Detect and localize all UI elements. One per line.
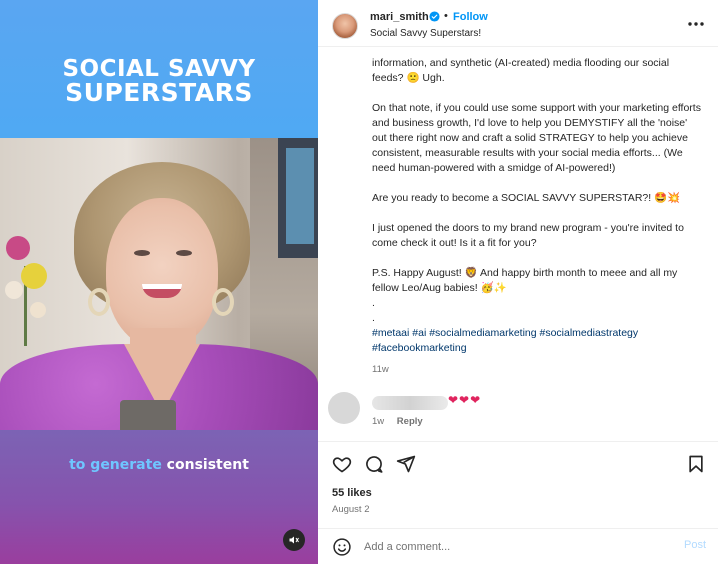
comment-input[interactable] [364,538,664,556]
hashtag-line[interactable]: #metaai #ai #socialmediamarketing #socia… [372,326,702,341]
avatar[interactable] [332,13,358,39]
caption-paragraph: On that note, if you could use some supp… [372,102,701,174]
hashtags: #metaai #ai #socialmediamarketing #socia… [372,326,702,356]
post-date[interactable]: August 2 [332,504,370,515]
reply-button[interactable]: Reply [397,416,423,427]
video-frame [0,138,318,430]
share-icon[interactable] [396,454,416,474]
media-caption-rest: consistent [161,457,249,473]
media-caption: to generate consistent [0,457,318,473]
commenter-avatar[interactable] [328,392,360,424]
post-media[interactable]: SOCIAL SAVVY SUPERSTARS to generate cons… [0,0,318,564]
caption-dot: . [372,312,375,324]
caption-timestamp[interactable]: 11w [372,364,389,375]
mute-button[interactable] [283,529,305,551]
hashtag-line[interactable]: #facebookmarketing [372,341,702,356]
caption-paragraph: Are you ready to become a SOCIAL SAVVY S… [372,192,681,204]
separator-dot: • [444,10,448,22]
commenter-name-blurred[interactable] [372,396,448,410]
comment-timestamp[interactable]: 1w [372,416,384,427]
flowers-image [5,236,47,346]
comments-section[interactable]: information, and synthetic (AI-created) … [318,48,718,440]
media-caption-highlight: to generate [69,457,162,473]
post-panel: mari_smith • Follow Social Savvy Superst… [318,0,718,564]
username-link[interactable]: mari_smith [370,11,429,23]
comment-meta: 1w Reply [372,416,433,427]
bookmark-icon[interactable] [686,454,706,474]
mute-icon [289,536,299,544]
comment-icon[interactable] [364,454,384,474]
caption-paragraph: information, and synthetic (AI-created) … [372,57,670,84]
likes-count[interactable]: 55 likes [332,487,372,499]
more-options-icon[interactable] [686,16,706,32]
post-caption: information, and synthetic (AI-created) … [372,56,702,356]
caption-dot: . [372,297,375,309]
add-comment-bar: Post [318,528,718,564]
heart-icon[interactable] [332,454,352,474]
action-bar: 55 likes August 2 [318,441,718,533]
audio-link[interactable]: Social Savvy Superstars! [370,28,481,39]
follow-button[interactable]: Follow [453,11,488,23]
media-caption-banner [0,430,318,564]
caption-paragraph: I just opened the doors to my brand new … [372,222,684,249]
caption-paragraph: P.S. Happy August! 🦁 And happy birth mon… [372,267,678,294]
post-comment-button[interactable]: Post [684,539,706,551]
brand-title-line2: SUPERSTARS [65,78,253,107]
emoji-icon[interactable] [332,537,352,557]
post-header: mari_smith • Follow Social Savvy Superst… [318,0,718,47]
comment-text: ❤❤❤ [448,393,482,407]
verified-badge-icon [429,11,440,22]
